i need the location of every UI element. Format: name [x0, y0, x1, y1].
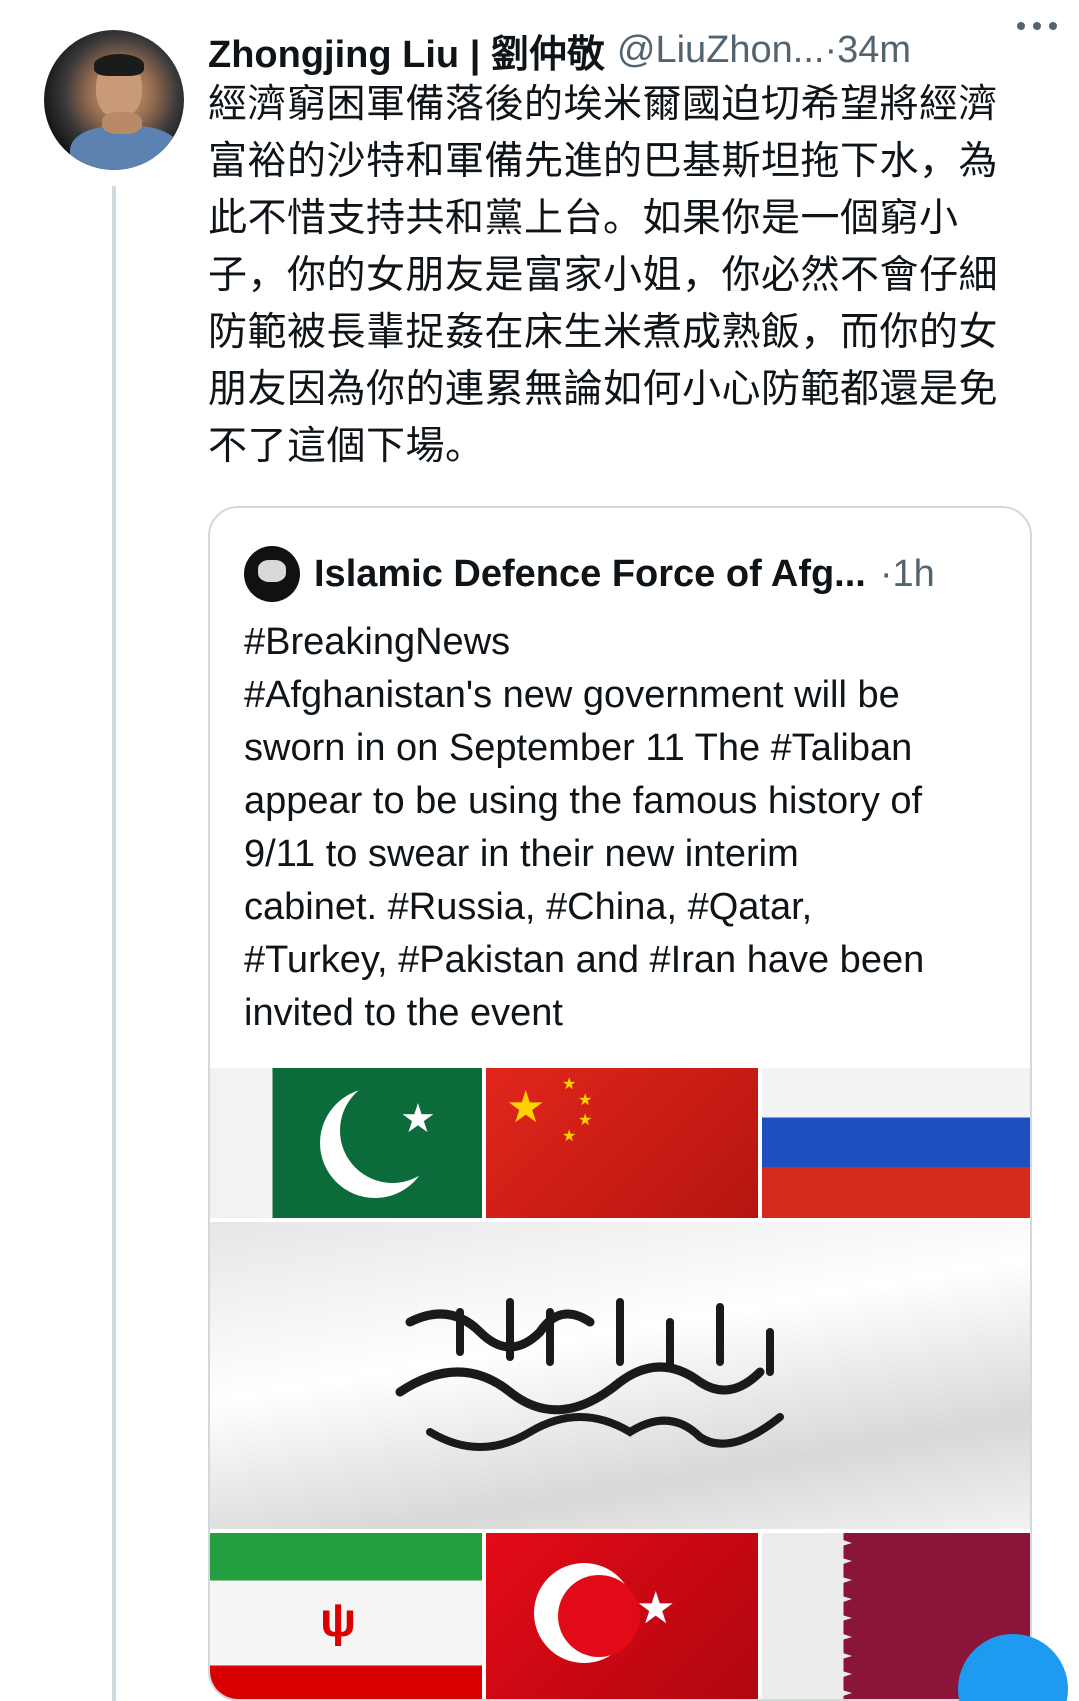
author-handle[interactable]: @LiuZhon... [617, 29, 825, 72]
china-flag: ★ ★ ★ ★ ★ [486, 1068, 758, 1218]
header-separator: · [824, 28, 838, 71]
russia-flag [762, 1068, 1030, 1218]
quoted-text-line: #Afghanistan's new government will be [244, 674, 900, 716]
quoted-text-line: cabinet. #Russia, #China, #Qatar, [244, 886, 813, 928]
quoted-text-line: #BreakingNews [244, 621, 511, 663]
quoted-timestamp[interactable]: 1h [893, 553, 935, 596]
turkey-flag: ★ [486, 1533, 758, 1699]
quoted-media-image[interactable]: ★ ★ ★ ★ ★ ★ ψ ★ [210, 1068, 1030, 1699]
quoted-tweet-header: Islamic Defence Force of Afg... · 1h [244, 544, 1024, 604]
pakistan-flag: ★ [210, 1068, 482, 1218]
quoted-author-avatar[interactable] [244, 546, 300, 602]
tweet-header: Zhongjing Liu | 劉仲敬 @LiuZhon... · 34m [208, 20, 1068, 80]
quoted-tweet-card[interactable]: Islamic Defence Force of Afg... · 1h #Br… [208, 506, 1032, 1701]
tweet-timestamp[interactable]: 34m [837, 29, 911, 72]
quoted-text-line: invited to the event [244, 992, 563, 1034]
quoted-text-line: appear to be using the famous history of [244, 780, 923, 822]
author-name[interactable]: Zhongjing Liu | 劉仲敬 [208, 23, 605, 78]
taliban-flag [210, 1222, 1030, 1529]
author-avatar[interactable] [44, 30, 184, 170]
tweet-text: 經濟窮困軍備落後的埃米爾國迫切希望將經濟富裕的沙特和軍備先進的巴基斯坦拖下水，為… [208, 82, 999, 469]
quoted-text-line: 9/11 to swear in their new interim [244, 833, 799, 875]
quoted-separator: · [879, 552, 893, 595]
quoted-author-name[interactable]: Islamic Defence Force of Afg... [314, 553, 866, 596]
quoted-tweet-text: #BreakingNews #Afghanistan's new governm… [244, 616, 1004, 1040]
quoted-text-line: sworn in on September 11 The #Taliban [244, 727, 913, 769]
more-icon[interactable] [1017, 22, 1057, 36]
iran-flag: ψ [210, 1533, 482, 1699]
thread-connector-line [112, 186, 116, 1701]
quoted-text-line: #Turkey, #Pakistan and #Iran have been [244, 939, 925, 981]
